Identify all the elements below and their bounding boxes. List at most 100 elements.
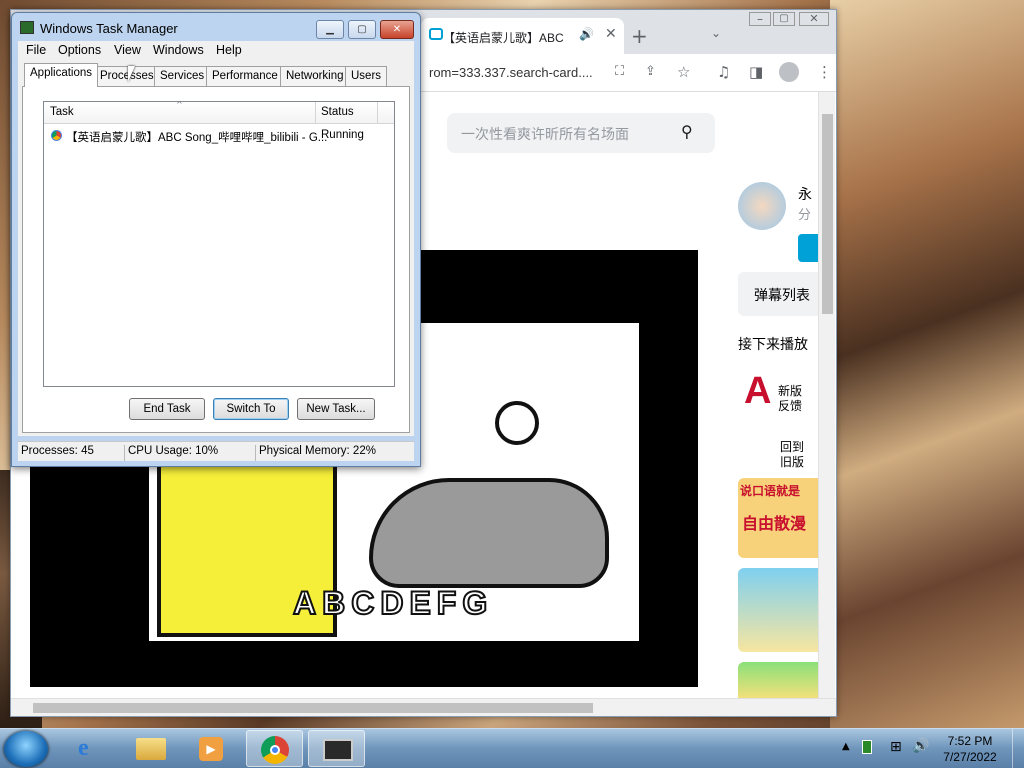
applications-panel: Task ^ Status 【英语启蒙儿歌】ABC Song_哔哩哔哩_bili… <box>22 86 410 433</box>
mouse-cursor <box>128 66 135 82</box>
chrome-window-controls: – ▢ ✕ <box>741 10 836 30</box>
stick-figure-head <box>495 401 539 445</box>
status-bar: Processes: 45 CPU Usage: 10% Physical Me… <box>18 441 414 461</box>
danmaku-label: 弹幕列表 <box>754 288 810 304</box>
media-control-icon[interactable]: ♫ <box>717 63 730 81</box>
translate-icon[interactable]: ⛶ <box>615 64 624 79</box>
danmaku-list[interactable]: 弹幕列表 <box>738 272 818 316</box>
folder-icon <box>136 738 166 760</box>
clock[interactable]: 7:52 PM 7/27/2022 <box>930 733 1010 765</box>
chrome-icon-center <box>270 745 280 755</box>
taskbar-explorer[interactable] <box>122 730 179 767</box>
taskbar-ie[interactable]: e <box>62 730 119 767</box>
menu-kebab-icon[interactable]: ⋮ <box>817 63 832 81</box>
search-placeholder: 一次性看爽许昕所有名场面 <box>461 126 629 142</box>
up-next-label: 接下来播放 <box>738 337 808 353</box>
bookmark-star-icon[interactable]: ☆ <box>677 63 690 81</box>
ie-icon: e <box>78 735 89 761</box>
minimize-icon[interactable]: ▁ <box>316 20 344 39</box>
follow-button[interactable] <box>798 234 818 262</box>
menu-view[interactable]: View <box>114 43 141 57</box>
new-task-button[interactable]: New Task... <box>297 398 375 420</box>
thumbnail-title-1b: 自由散漫 <box>742 514 807 533</box>
video-thumbnail-3[interactable] <box>738 662 818 698</box>
video-thumbnail-1[interactable]: 说口语就是 自由散漫 <box>738 478 818 558</box>
audio-icon[interactable]: 🔊 <box>579 27 594 41</box>
horizontal-scrollbar[interactable] <box>11 698 836 716</box>
tab-close-icon[interactable]: ✕ <box>605 26 617 42</box>
switch-to-button[interactable]: Switch To <box>213 398 289 420</box>
side-panel-icon[interactable]: ◨ <box>749 63 763 81</box>
window-title: Windows Task Manager <box>40 21 178 36</box>
uploader-desc: 分 <box>798 208 812 223</box>
task-manager-window[interactable]: Windows Task Manager ▁ ▢ ✕ File Options … <box>11 12 421 467</box>
task-manager-icon <box>323 739 353 761</box>
task-manager-body: Applications Processes Services Performa… <box>18 61 414 436</box>
elephant-drawing <box>369 478 609 588</box>
list-header: Task ^ Status <box>44 100 394 124</box>
table-row[interactable]: 【英语启蒙儿歌】ABC Song_哔哩哔哩_bilibili - G... Ru… <box>50 128 390 146</box>
show-desktop-button[interactable] <box>1012 729 1024 768</box>
tab-performance[interactable]: Performance <box>206 66 284 86</box>
feedback-line2[interactable]: 反馈 <box>778 397 802 414</box>
start-button[interactable] <box>4 731 48 767</box>
tab-users[interactable]: Users <box>345 66 388 86</box>
status-memory: Physical Memory: 22% <box>259 445 376 457</box>
maximize-icon[interactable]: ▢ <box>348 20 376 39</box>
address-bar[interactable]: rom=333.337.search-card.... <box>429 59 619 87</box>
new-tab-icon[interactable]: + <box>631 24 648 48</box>
tab-services[interactable]: Services <box>154 66 211 86</box>
taskbar-task-manager[interactable] <box>308 730 365 767</box>
column-divider <box>377 102 378 124</box>
uploader-avatar[interactable] <box>738 182 786 230</box>
task-status: Running <box>321 129 364 141</box>
clock-date: 7/27/2022 <box>943 750 997 764</box>
tray-app-icon[interactable] <box>862 740 872 754</box>
task-name: 【英语启蒙儿歌】ABC Song_哔哩哔哩_bilibili - G... <box>66 132 328 144</box>
share-icon[interactable]: ⇪ <box>645 64 656 79</box>
browser-tab[interactable]: 【英语启蒙儿歌】ABC 🔊 ✕ <box>421 18 624 54</box>
site-search-box[interactable]: 一次性看爽许昕所有名场面 ⚲ <box>447 113 715 153</box>
bilibili-icon <box>429 28 443 40</box>
menu-bar: File Options View Windows Help <box>18 41 414 61</box>
volume-icon[interactable]: 🔊 <box>912 738 929 754</box>
taskbar-media-player[interactable]: ▶ <box>182 730 239 767</box>
tab-applications[interactable]: Applications <box>24 63 99 87</box>
thumbnail-title-1: 说口语就是 <box>740 484 801 498</box>
end-task-button[interactable]: End Task <box>129 398 205 420</box>
close-icon[interactable]: ✕ <box>799 12 829 26</box>
menu-help[interactable]: Help <box>216 43 242 57</box>
task-manager-icon <box>20 21 34 34</box>
video-thumbnail-2[interactable] <box>738 568 818 652</box>
column-task[interactable]: Task <box>50 106 74 118</box>
thumbnail-letter-a: A <box>744 370 772 412</box>
menu-windows[interactable]: Windows <box>153 43 204 57</box>
right-sidebar: 永 分 弹幕列表 接下来播放 A 新版 反馈 回到 旧版 说口语就是 自由散漫 <box>718 92 818 698</box>
status-cpu: CPU Usage: 10% <box>128 445 256 461</box>
task-list[interactable]: Task ^ Status 【英语启蒙儿歌】ABC Song_哔哩哔哩_bili… <box>43 100 395 387</box>
scroll-thumb[interactable] <box>822 114 833 314</box>
menu-file[interactable]: File <box>26 43 46 57</box>
close-icon[interactable]: ✕ <box>380 20 414 39</box>
tab-search-icon[interactable]: ⌄ <box>711 26 721 40</box>
tab-networking[interactable]: Networking <box>280 66 350 86</box>
column-status[interactable]: Status <box>321 106 354 118</box>
h-scroll-thumb[interactable] <box>33 703 593 713</box>
network-icon[interactable]: ⊞ <box>890 739 902 755</box>
vertical-scrollbar[interactable] <box>818 92 835 698</box>
taskbar: e ▶ ▲ ⊞ 🔊 7:52 PM 7/27/2022 <box>0 728 1024 768</box>
clock-time: 7:52 PM <box>947 734 993 748</box>
back-old-line2[interactable]: 旧版 <box>780 453 804 470</box>
tab-title: 【英语启蒙儿歌】ABC <box>443 31 564 45</box>
uploader-name[interactable]: 永 <box>798 184 812 204</box>
search-icon[interactable]: ⚲ <box>681 122 693 141</box>
show-hidden-icons[interactable]: ▲ <box>842 741 850 752</box>
status-processes: Processes: 45 <box>21 445 125 461</box>
taskbar-chrome[interactable] <box>246 730 303 767</box>
minimize-icon[interactable]: – <box>749 12 771 26</box>
video-caption: ABCDEFG <box>292 584 494 622</box>
menu-options[interactable]: Options <box>58 43 101 57</box>
profile-avatar[interactable] <box>779 62 799 82</box>
maximize-icon[interactable]: ▢ <box>773 12 795 26</box>
tab-processes[interactable]: Processes <box>94 66 160 86</box>
